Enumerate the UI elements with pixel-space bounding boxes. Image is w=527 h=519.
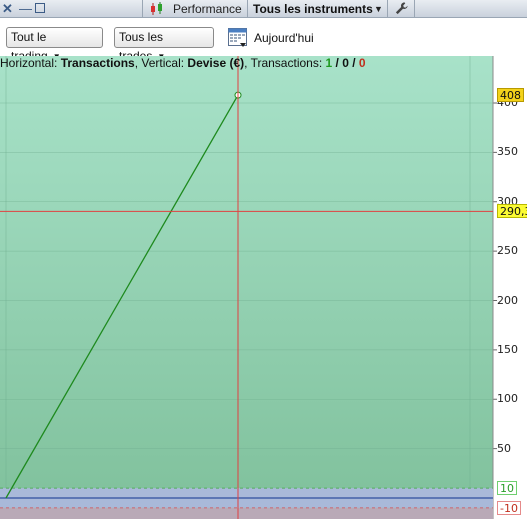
titlebar-divider	[142, 0, 143, 18]
loss-zone	[0, 507, 493, 519]
chart-header: Horizontal: Transactions, Vertical: Devi…	[0, 56, 366, 70]
plot-background	[0, 56, 493, 519]
count-separator: /	[348, 56, 359, 70]
date-range-label[interactable]: Aujourd'hui	[254, 31, 314, 45]
titlebar-divider	[247, 0, 248, 18]
chart-canvas	[0, 56, 527, 519]
y-tick-label: 250	[497, 244, 518, 258]
calendar-icon[interactable]	[228, 27, 247, 48]
trades-filter-dropdown[interactable]: Tous les trades▼	[114, 27, 214, 63]
toolbar: Tout le trading▼ Tous les trades▼ Aujour…	[0, 19, 527, 63]
horizontal-prefix: Horizontal:	[0, 56, 61, 70]
vertical-prefix: , Vertical:	[134, 56, 188, 70]
minimize-icon[interactable]: —	[19, 1, 32, 17]
count-separator: /	[332, 56, 343, 70]
crosshair-value-tag: 290,3	[497, 204, 527, 219]
candlestick-icon	[151, 2, 162, 15]
maximize-icon[interactable]	[35, 3, 45, 13]
max-value-tag: 408	[497, 88, 524, 103]
chevron-down-icon[interactable]: ▼	[374, 1, 383, 17]
lower-band-tag: -10	[497, 500, 521, 515]
transactions-losing: 0	[358, 56, 366, 70]
y-tick-label: 350	[497, 145, 518, 159]
vertical-axis-value: Devise (€)	[187, 56, 245, 70]
y-tick-label: 50	[497, 441, 511, 455]
performance-chart[interactable]: Horizontal: Transactions, Vertical: Devi…	[0, 56, 527, 519]
instruments-dropdown[interactable]: Tous les instruments	[253, 1, 373, 17]
performance-tab[interactable]: Performance	[173, 1, 242, 17]
transactions-winning: 0	[342, 56, 349, 70]
window-titlebar: ✕ — Performance Tous les instruments ▼	[0, 0, 527, 18]
transactions-prefix: , Transactions:	[244, 56, 326, 70]
y-tick-label: 200	[497, 293, 518, 307]
y-tick-label: 100	[497, 392, 518, 406]
horizontal-axis-value: Transactions	[60, 56, 135, 70]
y-tick-label: 150	[497, 342, 518, 356]
close-icon[interactable]: ✕	[2, 1, 13, 17]
upper-band-tag: 10	[497, 481, 517, 496]
titlebar-divider	[387, 0, 388, 18]
wrench-icon[interactable]	[394, 1, 409, 16]
titlebar-divider	[414, 0, 415, 18]
trading-filter-dropdown[interactable]: Tout le trading▼	[6, 27, 103, 63]
